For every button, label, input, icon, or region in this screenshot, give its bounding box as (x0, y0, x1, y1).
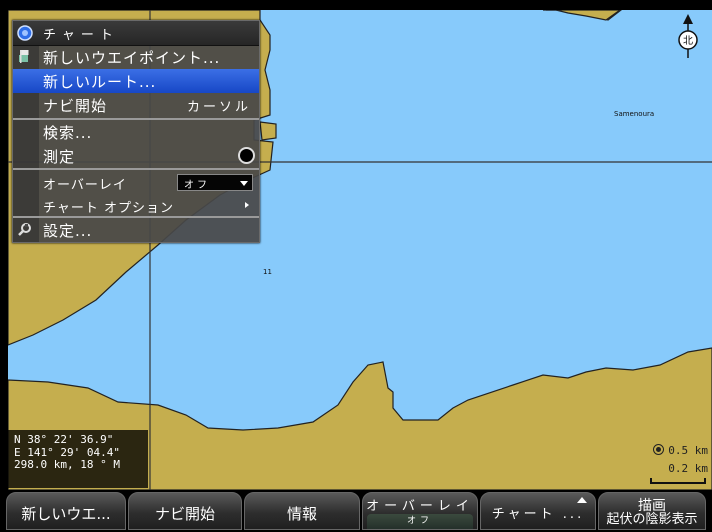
softkey-label: ナビ開始 (154, 505, 215, 523)
menu-item-chart-options[interactable]: チャート オプション (13, 193, 259, 217)
compass-north-label: 北 (683, 35, 693, 47)
menu-item-label: チャート オプション (43, 201, 175, 216)
menu-item-label: 設定... (43, 222, 93, 240)
softkey-chart[interactable]: チャート ... (480, 492, 596, 530)
latitude-value: N 38° 22' 36.9" (14, 433, 114, 446)
menu-item-search[interactable]: 検索... (13, 120, 259, 144)
menu-header: チャート (13, 21, 259, 46)
softkey-info[interactable]: 情報 (244, 492, 360, 530)
softkey-label: 情報 (286, 505, 317, 523)
wrench-icon (18, 223, 31, 236)
softkey-bar: 新しいウエ... ナビ開始 情報 オーバーレイ オフ チャート ... 描画 起… (0, 490, 712, 532)
place-label: Samenoura (614, 110, 654, 118)
range-bearing-value: 298.0 km, 18 ° M (14, 458, 120, 471)
north-compass[interactable]: 北 (676, 14, 700, 60)
softkey-overlay[interactable]: オーバーレイ オフ (362, 492, 478, 530)
menu-item-new-route[interactable]: 新しいルート... (13, 69, 259, 93)
softkey-label: オーバーレイ (366, 499, 474, 514)
softkey-sub-label: オフ (367, 514, 473, 529)
chart-globe-icon (17, 25, 33, 41)
menu-item-settings[interactable]: 設定... (13, 218, 259, 242)
softkey-start-navigation[interactable]: ナビ開始 (128, 492, 242, 530)
softkey-sub-label: 起伏の陰影表示 (606, 512, 698, 527)
menu-item-label: 新しいウエイポイント... (43, 49, 221, 67)
submenu-arrow-icon (245, 202, 249, 208)
softkey-new-waypoint[interactable]: 新しいウエ... (6, 492, 126, 530)
softkey-draw[interactable]: 描画 起伏の陰影表示 (598, 492, 706, 530)
chart-screen: Samenoura 11 北 チャート 新しいウエイポイント... 新しいルート… (0, 0, 712, 532)
chevron-down-icon (240, 181, 248, 186)
softkey-label: チャート ... (491, 507, 585, 522)
map-scale: 0.5 km 0.2 km (646, 444, 708, 488)
softkey-label: 新しいウエ... (21, 505, 111, 523)
menu-item-start-navigation[interactable]: ナビ開始 カーソル (13, 93, 259, 117)
menu-item-shortcut: カーソル (186, 100, 251, 115)
menu-item-label: ナビ開始 (43, 97, 108, 115)
scale-bar (650, 478, 706, 484)
menu-item-label: 検索... (43, 124, 93, 142)
menu-item-label: オーバーレイ (43, 178, 127, 193)
zoom-range-value: 0.5 km (668, 444, 708, 457)
zoom-target-icon (653, 444, 665, 455)
radio-dot-icon[interactable] (238, 147, 255, 164)
menu-item-overlay[interactable]: オーバーレイ オフ (13, 170, 259, 194)
menu-item-label: 測定 (43, 148, 76, 166)
waypoint-flag-icon (19, 50, 29, 63)
compass-icon: 北 (678, 14, 698, 58)
chart-context-menu: チャート 新しいウエイポイント... 新しいルート... ナビ開始 カーソル 検… (12, 20, 260, 243)
depth-sounding: 11 (263, 268, 272, 276)
islet (259, 121, 277, 141)
caret-up-icon (577, 497, 587, 503)
overlay-select[interactable]: オフ (177, 174, 253, 191)
scale-bar-label: 0.2 km (668, 462, 708, 475)
menu-item-new-waypoint[interactable]: 新しいウエイポイント... (13, 45, 259, 69)
menu-title: チャート (43, 28, 119, 43)
position-readout: N 38° 22' 36.9" E 141° 29' 04.4" 298.0 k… (8, 430, 148, 488)
overlay-select-value: オフ (184, 180, 210, 191)
menu-item-measure[interactable]: 測定 (13, 144, 259, 168)
zoom-range[interactable]: 0.5 km (653, 444, 708, 457)
menu-item-label: 新しいルート... (43, 73, 157, 91)
